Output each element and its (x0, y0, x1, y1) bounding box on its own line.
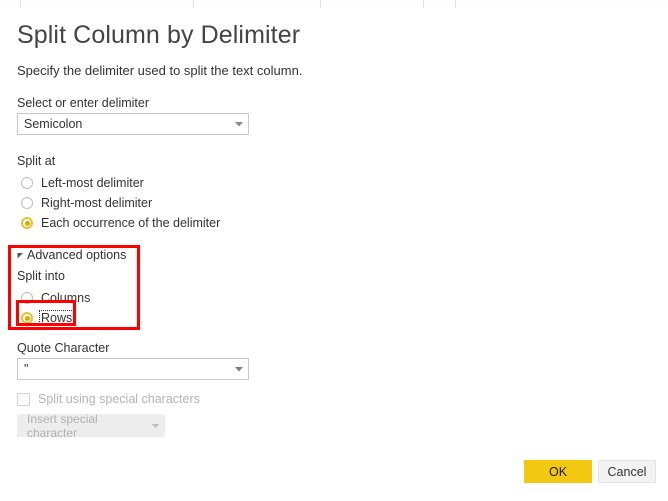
insert-special-character-button: Insert special character (17, 411, 165, 440)
chevron-down-icon (147, 423, 164, 428)
split-at-label: Split at (17, 154, 56, 168)
radio-indicator (21, 177, 33, 189)
advanced-options-label: Advanced options (27, 248, 127, 262)
grid-column-separator (320, 0, 321, 8)
radio-indicator-selected (21, 312, 33, 324)
dialog-subtitle: Specify the delimiter used to split the … (17, 63, 303, 78)
checkbox-indicator (17, 392, 30, 406)
radio-label: Right-most delimiter (41, 196, 153, 210)
radio-indicator (21, 292, 33, 304)
screenshot-root: Split Column by Delimiter Specify the de… (0, 0, 668, 501)
grid-column-separator (193, 0, 194, 8)
delimiter-combobox[interactable]: Semicolon (17, 113, 249, 135)
radio-right-most-delimiter[interactable]: Right-most delimiter (21, 194, 153, 212)
radio-indicator-selected (21, 217, 33, 229)
radio-label: Rows (38, 310, 75, 326)
chevron-down-icon (230, 121, 248, 127)
ok-button[interactable]: OK (524, 460, 592, 483)
grid-column-separator (455, 0, 456, 8)
delimiter-value: Semicolon (24, 117, 83, 131)
cancel-button-label: Cancel (607, 464, 647, 479)
radio-split-into-columns[interactable]: Columns (21, 289, 91, 307)
chevron-down-icon (230, 366, 248, 372)
page-title: Split Column by Delimiter (17, 21, 301, 49)
split-using-special-characters-checkbox[interactable]: Split using special characters (17, 392, 200, 406)
radio-each-occurrence-of-delimiter[interactable]: Each occurrence of the delimiter (21, 214, 221, 232)
triangle-expanded-icon (17, 252, 24, 259)
delimiter-label: Select or enter delimiter (17, 96, 150, 110)
grid-column-separator (423, 0, 424, 8)
radio-split-into-rows[interactable]: Rows (21, 309, 75, 327)
radio-indicator (21, 197, 33, 209)
quote-character-combobox[interactable]: " (17, 358, 249, 380)
cancel-button[interactable]: Cancel (598, 460, 656, 483)
grid-column-separator (20, 0, 21, 8)
advanced-options-expander[interactable]: Advanced options (17, 248, 126, 262)
radio-label: Left-most delimiter (41, 176, 144, 190)
radio-left-most-delimiter[interactable]: Left-most delimiter (21, 174, 145, 192)
split-into-label: Split into (17, 269, 65, 283)
quote-character-label: Quote Character (17, 341, 110, 355)
radio-label: Each occurrence of the delimiter (41, 216, 221, 230)
quote-character-value: " (24, 362, 29, 376)
insert-special-character-label: Insert special character (27, 411, 98, 440)
checkbox-label: Split using special characters (38, 392, 200, 406)
split-column-dialog: Split Column by Delimiter Specify the de… (0, 8, 668, 501)
radio-label: Columns (41, 291, 91, 305)
ok-button-label: OK (548, 464, 568, 479)
